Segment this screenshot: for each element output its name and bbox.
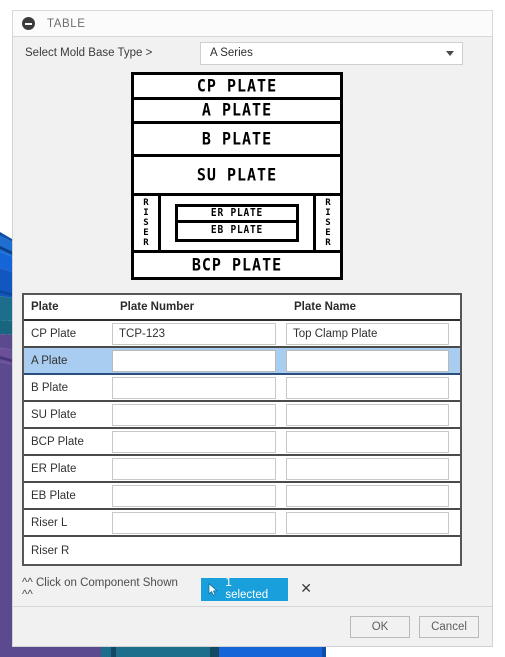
table-row[interactable]: A Plate: [24, 348, 460, 375]
plate-number-input[interactable]: [112, 511, 276, 534]
plate-name-input[interactable]: [286, 376, 449, 399]
cell-plate-number: [112, 429, 286, 454]
cancel-button[interactable]: Cancel: [419, 615, 479, 638]
table-row[interactable]: ER Plate: [24, 456, 460, 483]
plate-number-input[interactable]: [112, 430, 276, 453]
plate-name-input[interactable]: [286, 484, 449, 507]
cell-plate-name: Top Clamp Plate: [286, 321, 460, 346]
plate-number-input[interactable]: [112, 349, 276, 372]
table-row[interactable]: Riser R: [24, 537, 460, 564]
screen: TABLE Select Mold Base Type > A Series C…: [0, 0, 505, 657]
diagram-riser-right[interactable]: RISER: [313, 196, 340, 250]
diagram-plate-cp-label: CP PLATE: [196, 75, 278, 96]
cell-plate-label: A Plate: [31, 354, 68, 367]
cell-plate-name: [286, 483, 460, 508]
cell-plate-name: [286, 402, 460, 427]
diagram-plate-er-label: ER PLATE: [210, 207, 264, 220]
diagram-ejector-box: ER PLATE EB PLATE: [175, 204, 299, 242]
section-header[interactable]: TABLE: [12, 10, 493, 37]
mold-base-type-value: A Series: [210, 47, 253, 59]
plate-name-input[interactable]: [286, 349, 449, 372]
chevron-down-icon: [446, 50, 454, 56]
diagram-middle-section: RISER ER PLATE EB PLATE RISER: [134, 196, 340, 253]
component-hint-text: ^^ Click on Component Shown ^^: [22, 577, 178, 601]
diagram-plate-b[interactable]: B PLATE: [134, 124, 340, 157]
cell-plate-name-empty: [286, 537, 460, 564]
plate-number-input[interactable]: [112, 376, 276, 399]
plate-name-input[interactable]: [286, 511, 449, 534]
cell-plate-label: Riser L: [31, 516, 68, 529]
ok-button[interactable]: OK: [350, 615, 410, 638]
diagram-ejector-area: ER PLATE EB PLATE: [161, 196, 313, 250]
cell-plate-label: CP Plate: [31, 327, 77, 340]
cell-plate-name: [286, 510, 460, 535]
component-selection-bar: ^^ Click on Component Shown ^^ 1 selecte…: [22, 577, 312, 601]
table-row[interactable]: SU Plate: [24, 402, 460, 429]
plate-name-input[interactable]: [286, 430, 449, 453]
cell-plate-name: [286, 429, 460, 454]
diagram-plate-eb[interactable]: EB PLATE: [178, 223, 296, 239]
section-title: TABLE: [47, 17, 86, 30]
cell-plate-label: SU Plate: [31, 408, 77, 421]
cell-plate-number: [112, 456, 286, 481]
mold-base-type-row: Select Mold Base Type > A Series: [13, 37, 492, 69]
table-row[interactable]: Riser L: [24, 510, 460, 537]
mold-base-diagram[interactable]: CP PLATE A PLATE B PLATE SU PLATE RISER …: [131, 72, 343, 280]
selected-count-label: 1 selected: [225, 577, 269, 601]
diagram-plate-cp[interactable]: CP PLATE: [134, 75, 340, 100]
table-row[interactable]: EB Plate: [24, 483, 460, 510]
cell-plate-number: [112, 402, 286, 427]
dialog-footer: OK Cancel: [13, 606, 492, 646]
mold-base-type-label: Select Mold Base Type >: [25, 47, 153, 59]
cell-plate-name: [286, 375, 460, 400]
table-row[interactable]: CP Plate TCP-123 Top Clamp Plate: [24, 321, 460, 348]
column-header-plate-number: Plate Number: [120, 301, 195, 313]
cell-plate-number: [112, 348, 286, 373]
diagram-riser-left-label: RISER: [143, 198, 149, 248]
minus-circle-icon[interactable]: [22, 17, 35, 30]
close-icon[interactable]: ✕: [300, 582, 312, 596]
mold-base-type-select[interactable]: A Series: [200, 41, 463, 65]
diagram-plate-su-label: SU PLATE: [196, 164, 278, 185]
cell-plate-label: B Plate: [31, 381, 69, 394]
diagram-plate-bcp-label: BCP PLATE: [191, 254, 283, 275]
diagram-plate-a-label: A PLATE: [201, 99, 273, 121]
cell-plate-label: Riser R: [31, 544, 70, 557]
diagram-plate-bcp[interactable]: BCP PLATE: [134, 253, 340, 277]
diagram-riser-left[interactable]: RISER: [134, 196, 161, 250]
cell-plate-name: [286, 348, 460, 373]
cursor-arrow-icon: [209, 582, 218, 596]
plate-number-input[interactable]: [112, 403, 276, 426]
plate-number-input[interactable]: [112, 457, 276, 480]
cell-plate-number: [112, 375, 286, 400]
column-header-plate: Plate: [31, 301, 59, 313]
diagram-riser-right-label: RISER: [325, 198, 331, 248]
diagram-plate-a[interactable]: A PLATE: [134, 100, 340, 124]
plate-name-input[interactable]: [286, 403, 449, 426]
plate-name-input[interactable]: [286, 457, 449, 480]
diagram-plate-eb-label: EB PLATE: [210, 224, 264, 237]
cell-plate-label: BCP Plate: [31, 435, 84, 448]
diagram-plate-b-label: B PLATE: [201, 128, 273, 149]
table-body: CP Plate TCP-123 Top Clamp Plate A Plate B P…: [24, 321, 460, 564]
table-row[interactable]: BCP Plate: [24, 429, 460, 456]
selected-count-button[interactable]: 1 selected: [201, 577, 289, 601]
column-header-plate-name: Plate Name: [294, 301, 357, 313]
plate-number-input[interactable]: TCP-123: [112, 322, 276, 345]
cell-plate-number-empty: [112, 537, 286, 564]
table-header-row: Plate Plate Number Plate Name: [24, 295, 460, 321]
table-row[interactable]: B Plate: [24, 375, 460, 402]
plate-table: Plate Plate Number Plate Name CP Plate TC…: [22, 293, 462, 566]
cell-plate-name: [286, 456, 460, 481]
cell-plate-label: EB Plate: [31, 489, 76, 502]
cell-plate-number: [112, 483, 286, 508]
plate-number-input[interactable]: [112, 484, 276, 507]
cell-plate-number: [112, 510, 286, 535]
cell-plate-number: TCP-123: [112, 321, 286, 346]
diagram-plate-er[interactable]: ER PLATE: [178, 207, 296, 223]
plate-name-input[interactable]: Top Clamp Plate: [286, 322, 449, 345]
diagram-plate-su[interactable]: SU PLATE: [134, 157, 340, 196]
cell-plate-label: ER Plate: [31, 462, 77, 475]
